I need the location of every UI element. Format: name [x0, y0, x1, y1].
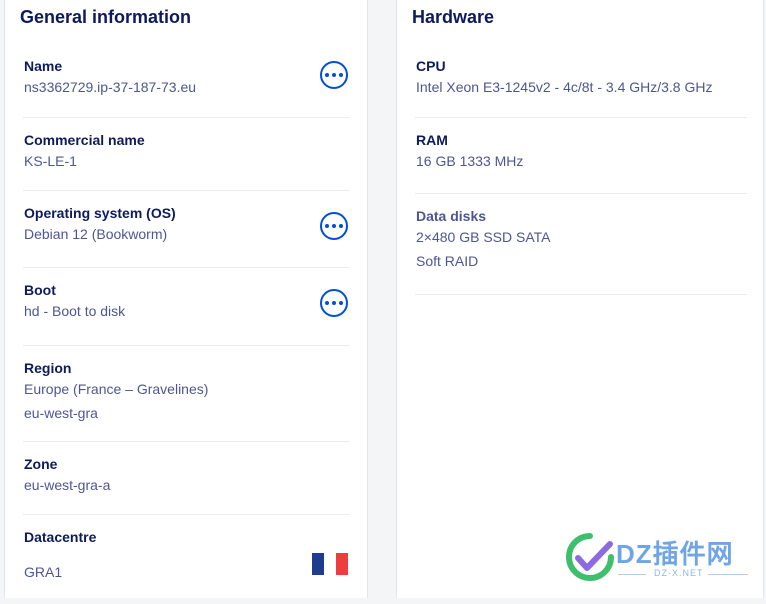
name-label: Name — [24, 58, 63, 74]
watermark-sub: DZ-X.NET — [654, 568, 704, 578]
boot-more-actions-button[interactable] — [320, 289, 348, 317]
os-more-actions-button[interactable] — [320, 212, 348, 240]
ram-row: RAM 16 GB 1333 MHz — [415, 117, 747, 193]
hardware-title: Hardware — [412, 7, 495, 27]
name-more-actions-button[interactable] — [320, 61, 348, 89]
zone-row: Zone eu-west-gra-a — [23, 441, 349, 514]
data-disks-label: Data disks — [416, 208, 487, 224]
watermark: DZ插件网 DZ-X.NET — [566, 530, 756, 586]
datacentre-row: Datacentre GRA1 — [23, 514, 349, 604]
cpu-value: Intel Xeon E3-1245v2 - 4c/8t - 3.4 GHz/3… — [416, 79, 713, 95]
zone-label: Zone — [24, 456, 58, 472]
name-row: Name ns3362729.ip-37-187-73.eu — [23, 44, 349, 117]
france-flag-icon — [312, 553, 348, 575]
commercial-name-row: Commercial name KS-LE-1 — [23, 117, 349, 190]
hardware-card: Hardware CPU Intel Xeon E3-1245v2 - 4c/8… — [396, 0, 764, 598]
data-disks-row: Data disks 2×480 GB SSD SATA Soft RAID — [415, 193, 747, 295]
name-value: ns3362729.ip-37-187-73.eu — [24, 79, 197, 95]
ellipsis-icon — [325, 73, 329, 77]
watermark-logo-icon — [566, 533, 614, 581]
zone-value: eu-west-gra-a — [24, 477, 111, 493]
cpu-row: CPU Intel Xeon E3-1245v2 - 4c/8t - 3.4 G… — [415, 44, 747, 117]
boot-value: hd - Boot to disk — [24, 303, 126, 319]
cpu-label: CPU — [416, 58, 446, 74]
general-information-card: General information Name ns3362729.ip-37… — [4, 0, 368, 598]
commercial-name-value: KS-LE-1 — [24, 153, 77, 169]
region-row: Region Europe (France – Gravelines) eu-w… — [23, 345, 349, 441]
datacentre-label: Datacentre — [24, 529, 97, 545]
operating-system-label: Operating system (OS) — [24, 205, 176, 221]
ellipsis-icon — [325, 224, 329, 228]
watermark-text: DZ插件网 — [616, 539, 734, 569]
boot-row: Boot hd - Boot to disk — [23, 267, 349, 345]
data-disks-value: 2×480 GB SSD SATA — [416, 229, 551, 245]
ellipsis-icon — [325, 301, 329, 305]
datacentre-value: GRA1 — [24, 564, 63, 580]
commercial-name-label: Commercial name — [24, 132, 145, 148]
region-code: eu-west-gra — [24, 405, 98, 421]
data-disks-raid: Soft RAID — [416, 253, 479, 269]
boot-label: Boot — [24, 282, 56, 298]
region-label: Region — [24, 360, 72, 376]
operating-system-row: Operating system (OS) Debian 12 (Bookwor… — [23, 190, 349, 267]
ram-label: RAM — [416, 132, 448, 148]
general-information-title: General information — [20, 7, 192, 27]
ram-value: 16 GB 1333 MHz — [416, 153, 524, 169]
region-value: Europe (France – Gravelines) — [24, 381, 209, 397]
operating-system-value: Debian 12 (Bookworm) — [24, 226, 168, 242]
